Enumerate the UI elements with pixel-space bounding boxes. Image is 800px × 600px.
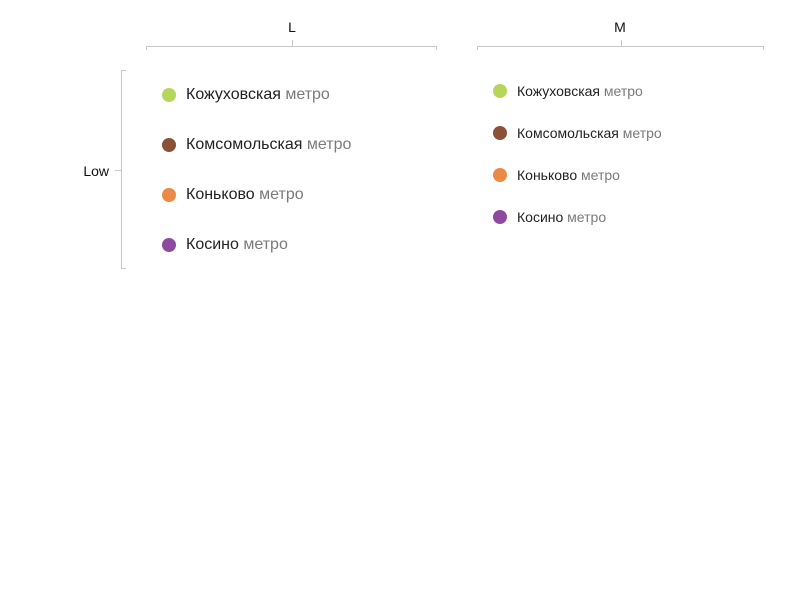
legend-item-konkovo[interactable]: Коньково метро	[162, 185, 304, 205]
legend-dot-icon	[162, 238, 176, 252]
legend-item-kozhukhovskaya[interactable]: Кожуховская метро	[162, 85, 330, 105]
legend-text: Косино метро	[517, 208, 606, 226]
legend-suffix: метро	[581, 167, 620, 183]
legend-suffix: метро	[622, 125, 662, 141]
column-tick-m	[621, 40, 622, 46]
legend-suffix: метро	[603, 83, 643, 99]
legend-name: Комсомольская	[186, 136, 303, 153]
column-label-m: M	[614, 19, 626, 35]
legend-text: Коньково метро	[517, 166, 620, 184]
legend-item-komsomolskaya[interactable]: Комсомольская метро	[493, 124, 662, 142]
legend-name: Комсомольская	[517, 125, 619, 141]
legend-dot-icon	[162, 88, 176, 102]
legend-dot-icon	[162, 188, 176, 202]
legend-dot-icon	[162, 138, 176, 152]
legend-item-kozhukhovskaya[interactable]: Кожуховская метро	[493, 82, 643, 100]
legend-text: Комсомольская метро	[517, 124, 662, 142]
legend-text: Кожуховская метро	[186, 85, 330, 105]
legend-name: Коньково	[186, 186, 255, 203]
legend-text: Комсомольская метро	[186, 135, 351, 155]
legend-name: Косино	[517, 209, 564, 225]
row-label-low: Low	[83, 163, 109, 179]
legend-text: Коньково метро	[186, 185, 304, 205]
legend-text: Косино метро	[186, 235, 288, 255]
legend-item-komsomolskaya[interactable]: Комсомольская метро	[162, 135, 351, 155]
legend-text: Кожуховская метро	[517, 82, 643, 100]
legend-name: Кожуховская	[517, 83, 601, 99]
column-tick-l	[292, 40, 293, 46]
legend-dot-icon	[493, 126, 507, 140]
row-bracket-low	[115, 70, 126, 269]
legend-item-kosino[interactable]: Косино метро	[493, 208, 606, 226]
legend-suffix: метро	[567, 209, 607, 225]
legend-suffix: метро	[306, 136, 352, 153]
row-tick-low	[115, 170, 121, 171]
legend-dot-icon	[493, 210, 507, 224]
legend-name: Кожуховская	[186, 86, 281, 103]
legend-name: Коньково	[517, 167, 578, 183]
legend-name: Косино	[186, 236, 239, 253]
column-bracket-l	[146, 40, 437, 50]
legend-dot-icon	[493, 84, 507, 98]
legend-suffix: метро	[259, 186, 304, 203]
legend-dot-icon	[493, 168, 507, 182]
legend-item-konkovo[interactable]: Коньково метро	[493, 166, 620, 184]
legend-suffix: метро	[285, 86, 330, 103]
legend-suffix: метро	[243, 236, 288, 253]
column-bracket-m	[477, 40, 764, 50]
column-label-l: L	[288, 19, 296, 35]
legend-item-kosino[interactable]: Косино метро	[162, 235, 288, 255]
